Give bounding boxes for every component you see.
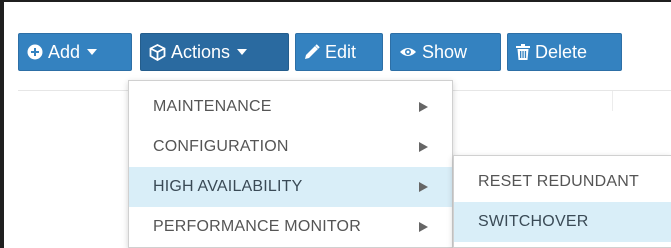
submenu-arrow-icon <box>419 142 428 152</box>
high-availability-submenu: RESET REDUNDANT SWITCHOVER <box>453 155 671 248</box>
menu-item-maintenance[interactable]: MAINTENANCE <box>129 87 452 127</box>
caret-down-icon <box>87 49 98 55</box>
cube-icon <box>149 43 166 61</box>
menu-item-configuration[interactable]: CONFIGURATION <box>129 127 452 167</box>
menu-item-performance-monitor[interactable]: PERFORMANCE MONITOR <box>129 207 452 247</box>
show-button[interactable]: Show <box>390 33 501 71</box>
submenu-arrow-icon <box>419 102 428 112</box>
menu-item-label: CONFIGURATION <box>153 138 289 155</box>
menu-item-reset-redundant[interactable]: RESET REDUNDANT <box>454 162 671 202</box>
menu-item-label: RESET REDUNDANT <box>478 173 639 190</box>
delete-button[interactable]: Delete <box>507 33 622 71</box>
actions-button-label: Actions <box>171 42 231 62</box>
menu-item-label: HIGH AVAILABILITY <box>153 178 303 195</box>
add-button[interactable]: Add <box>18 33 132 71</box>
actions-button[interactable]: Actions <box>140 33 289 71</box>
edit-button-label: Edit <box>325 42 357 62</box>
menu-item-high-availability[interactable]: HIGH AVAILABILITY <box>129 167 452 207</box>
submenu-arrow-icon <box>419 182 428 192</box>
menu-item-switchover[interactable]: SWITCHOVER <box>454 202 671 242</box>
caret-down-icon <box>237 49 248 55</box>
menu-item-label: PERFORMANCE MONITOR <box>153 218 361 235</box>
pencil-icon <box>304 44 320 60</box>
column-divider <box>612 91 613 111</box>
plus-circle-icon <box>27 44 43 60</box>
show-button-label: Show <box>422 42 468 62</box>
add-button-label: Add <box>48 42 81 62</box>
menu-item-label: MAINTENANCE <box>153 98 272 115</box>
trash-icon <box>516 44 530 60</box>
actions-dropdown-menu: MAINTENANCE CONFIGURATION HIGH AVAILABIL… <box>128 80 453 248</box>
edit-button[interactable]: Edit <box>295 33 383 71</box>
delete-button-label: Delete <box>535 42 588 62</box>
eye-icon <box>399 45 417 59</box>
menu-item-label: SWITCHOVER <box>478 213 589 230</box>
submenu-arrow-icon <box>419 222 428 232</box>
